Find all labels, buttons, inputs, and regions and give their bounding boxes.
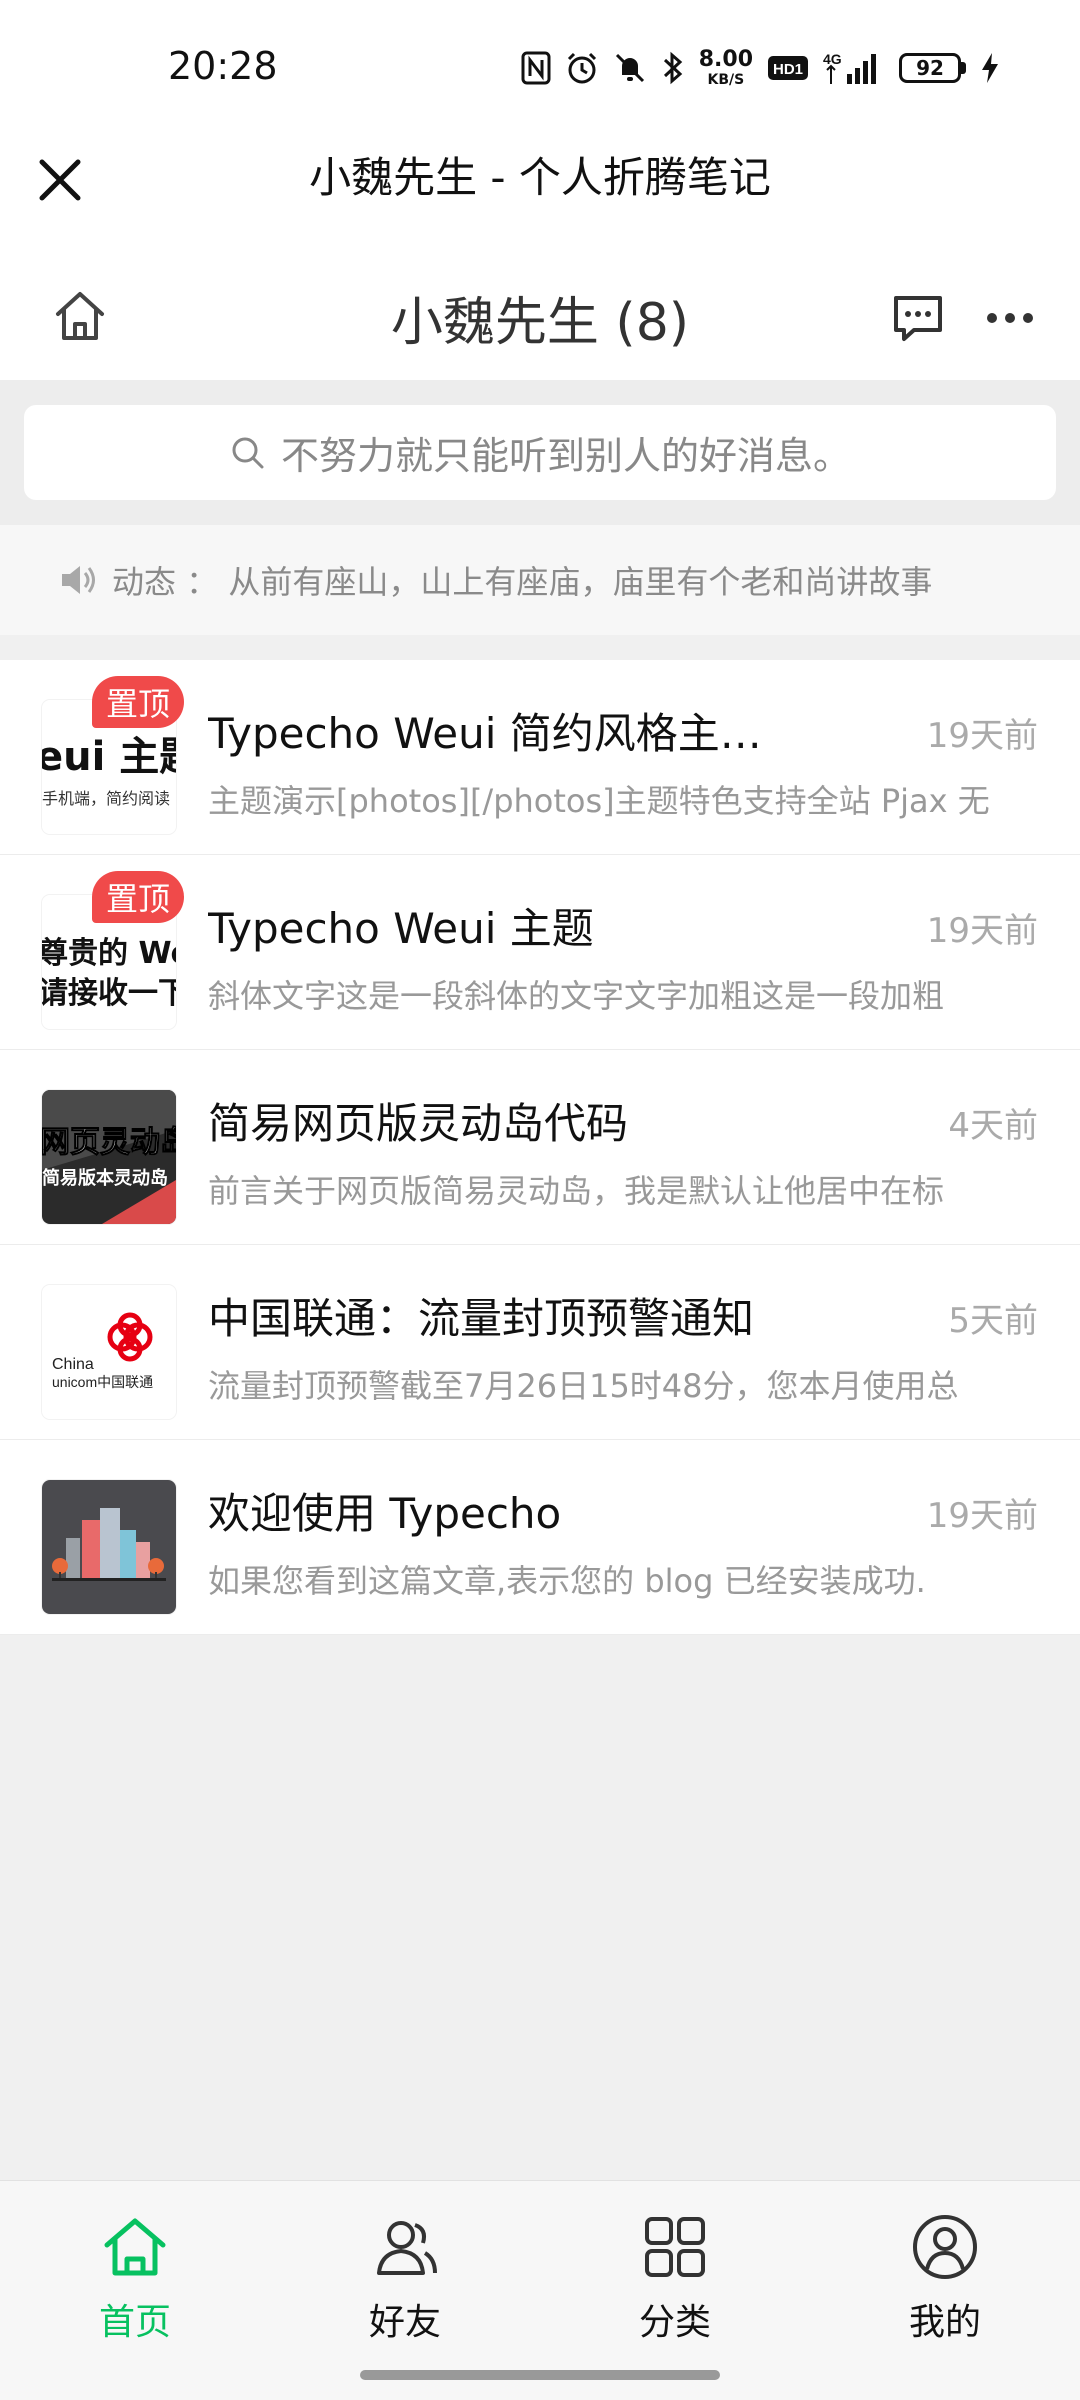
- home-icon: [104, 2218, 166, 2276]
- list-item[interactable]: 尊贵的 We 请接收一下 置顶 Typecho Weui 主题 19天前 斜体文…: [0, 855, 1080, 1050]
- bottom-tab-bar: 首页 好友 分类 我的: [0, 2180, 1080, 2400]
- net-speed-value: 8.00: [698, 47, 753, 72]
- post-title: Typecho Weui 简约风格主…: [208, 709, 762, 758]
- post-excerpt: 如果您看到这篇文章,表示您的 blog 已经安装成功.: [208, 1562, 926, 1600]
- charging-icon: [982, 53, 998, 83]
- tab-label: 分类: [638, 2302, 711, 2343]
- battery-cap: [961, 62, 966, 74]
- tab-category[interactable]: 分类: [575, 2211, 775, 2361]
- search-input[interactable]: 不努力就只能听到别人的好消息。: [24, 405, 1056, 500]
- post-title: 中国联通：流量封顶预警通知: [208, 1294, 755, 1343]
- category-icon: [645, 2217, 705, 2277]
- thumb-text: 网页灵动岛: [42, 1125, 176, 1160]
- status-bar: 20:28 8.00 KB/S HD1 4G 92: [0, 0, 1080, 130]
- thumb-subtext: unicom中国联通: [52, 1374, 153, 1390]
- tab-label: 好友: [368, 2302, 441, 2343]
- search-placeholder: 不努力就只能听到别人的好消息。: [280, 434, 851, 478]
- post-time: 19天前: [926, 1496, 1038, 1536]
- dynamic-island-thumb-image: 网页灵动岛 简易版本灵动岛: [42, 1090, 176, 1224]
- post-excerpt: 主题演示[photos][/photos]主题特色支持全站 Pjax 无: [208, 782, 990, 820]
- hd-icon: HD1: [768, 56, 808, 80]
- tab-label: 首页: [98, 2302, 171, 2343]
- title-bar: 小魏先生 - 个人折腾笔记: [0, 130, 1080, 250]
- post-excerpt: 斜体文字这是一段斜体的文字文字加粗这是一段加粗: [208, 977, 945, 1015]
- network-label: 4G: [823, 51, 842, 67]
- header: 小魏先生 (8): [0, 250, 1080, 380]
- post-time: 19天前: [926, 911, 1038, 951]
- message-icon: [894, 296, 942, 341]
- china-unicom-logo: China unicom中国联通: [42, 1285, 176, 1419]
- tab-home[interactable]: 首页: [35, 2211, 235, 2361]
- list-item[interactable]: 欢迎使用 Typecho 19天前 如果您看到这篇文章,表示您的 blog 已经…: [0, 1440, 1080, 1635]
- hd-label: HD1: [773, 61, 803, 78]
- status-time: 20:28: [168, 44, 278, 88]
- post-thumbnail: [42, 1480, 176, 1614]
- post-thumbnail: 网页灵动岛 简易版本灵动岛: [42, 1090, 176, 1224]
- net-speed-unit: KB/S: [707, 72, 745, 88]
- status-icons: 8.00 KB/S HD1 4G 92: [521, 46, 1000, 90]
- post-list: eui 主题 手机端，简约阅读 置顶 Typecho Weui 简约风格主… 1…: [0, 660, 1080, 1635]
- pinned-badge: 置顶: [92, 871, 185, 923]
- speaker-icon: [62, 566, 95, 594]
- alarm-icon: [567, 52, 596, 84]
- post-excerpt: 流量封顶预警截至7月26日15时48分，您本月使用总: [208, 1367, 959, 1405]
- tab-label: 我的: [908, 2302, 981, 2343]
- message-button[interactable]: [888, 288, 948, 348]
- search-icon: [232, 437, 264, 468]
- post-thumbnail: China unicom中国联通: [42, 1285, 176, 1419]
- post-time: 4天前: [948, 1106, 1038, 1146]
- battery: 92: [899, 53, 966, 83]
- thumb-text: eui 主题: [42, 734, 176, 780]
- thumb-subtext: 手机端，简约阅读: [42, 789, 170, 808]
- list-item[interactable]: China unicom中国联通 中国联通：流量封顶预警通知 5天前 流量封顶预…: [0, 1245, 1080, 1440]
- tab-friends[interactable]: 好友: [305, 2211, 505, 2361]
- battery-level: 92: [899, 53, 961, 83]
- post-excerpt: 前言关于网页版简易灵动岛，我是默认让他居中在标: [208, 1172, 945, 1210]
- thumb-subtext: 请接收一下: [42, 976, 176, 1011]
- profile-icon: [913, 2215, 977, 2279]
- notice-bar[interactable]: 动态 ： 从前有座山，山上有座庙，庙里有个老和尚讲故事: [0, 525, 1080, 635]
- post-time: 19天前: [926, 716, 1038, 756]
- post-title: 欢迎使用 Typecho: [208, 1489, 562, 1538]
- friends-icon: [377, 2221, 437, 2275]
- more-button[interactable]: [980, 288, 1040, 348]
- home-indicator[interactable]: [360, 2370, 720, 2380]
- post-time: 5天前: [948, 1301, 1038, 1341]
- nfc-icon: [521, 51, 551, 85]
- signal-icon: 4G: [823, 51, 876, 84]
- list-item[interactable]: eui 主题 手机端，简约阅读 置顶 Typecho Weui 简约风格主… 1…: [0, 660, 1080, 855]
- list-item[interactable]: 网页灵动岛 简易版本灵动岛 简易网页版灵动岛代码 4天前 前言关于网页版简易灵动…: [0, 1050, 1080, 1245]
- thumb-text: 尊贵的 We: [42, 936, 176, 971]
- tab-profile[interactable]: 我的: [845, 2211, 1045, 2361]
- net-speed: 8.00 KB/S: [698, 47, 753, 88]
- city-illustration-image: [42, 1480, 176, 1614]
- bluetooth-icon: [663, 51, 682, 85]
- more-icon: [987, 313, 1033, 323]
- thumb-text: China: [52, 1356, 94, 1373]
- notice-text: 动态 ： 从前有座山，山上有座庙，庙里有个老和尚讲故事: [112, 563, 933, 601]
- mute-icon: [615, 53, 644, 83]
- search-area: 不努力就只能听到别人的好消息。: [0, 380, 1080, 525]
- pinned-badge: 置顶: [92, 676, 185, 728]
- page-title: 小魏先生 - 个人折腾笔记: [309, 153, 771, 202]
- thumb-subtext: 简易版本灵动岛: [42, 1167, 168, 1189]
- post-title: Typecho Weui 主题: [208, 904, 594, 953]
- post-title: 简易网页版灵动岛代码: [208, 1099, 629, 1148]
